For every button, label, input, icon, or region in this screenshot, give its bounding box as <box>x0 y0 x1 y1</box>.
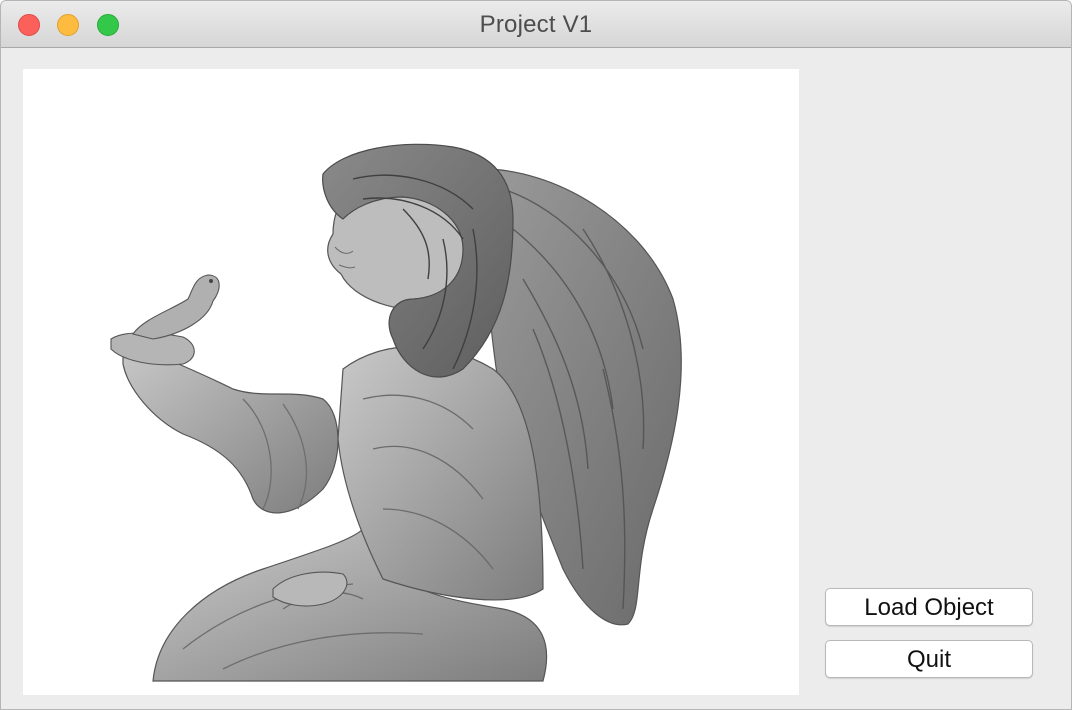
window-title: Project V1 <box>479 11 593 38</box>
bird-shape <box>132 274 220 340</box>
load-object-button[interactable]: Load Object <box>825 588 1033 626</box>
angel-statue-render <box>110 143 682 682</box>
3d-viewport[interactable] <box>23 69 799 695</box>
title-bar[interactable]: Project V1 <box>1 1 1071 48</box>
app-window: Project V1 Load Object Quit <box>0 0 1072 710</box>
quit-button[interactable]: Quit <box>825 640 1033 678</box>
